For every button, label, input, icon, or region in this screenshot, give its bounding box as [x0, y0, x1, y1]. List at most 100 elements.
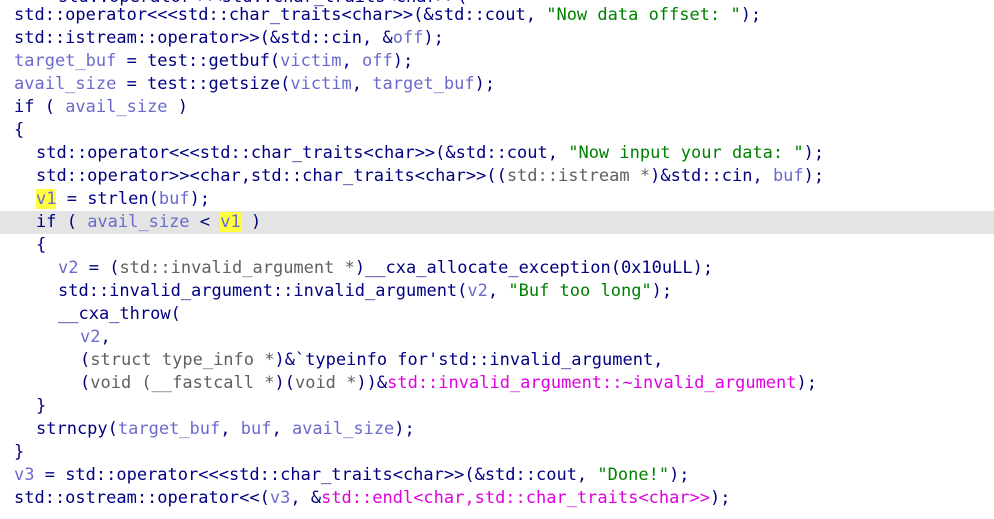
code-token: (	[80, 373, 91, 393]
code-token: );	[710, 488, 731, 508]
code-token: );	[423, 28, 444, 48]
code-token: ,	[351, 74, 373, 94]
code-line[interactable]: v1 = strlen(buf);	[0, 188, 994, 211]
code-line[interactable]: avail_size = test::getsize(victim, targe…	[0, 73, 994, 96]
highlighted-identifier[interactable]: v1	[36, 189, 57, 209]
code-line[interactable]: {	[0, 119, 994, 142]
code-token: }	[14, 442, 25, 462]
identifier-token[interactable]: target_buf	[14, 51, 116, 71]
code-line-text: {	[36, 234, 46, 257]
code-line-text: if ( avail_size < v1 )	[36, 211, 261, 234]
code-line-text: strncpy(target_buf, buf, avail_size);	[36, 418, 415, 441]
code-line-text: v2,	[80, 326, 111, 349]
code-line-current[interactable]: if ( avail_size < v1 )	[0, 211, 994, 234]
code-token: if (	[36, 212, 88, 232]
identifier-token[interactable]: target_buf	[118, 419, 220, 439]
code-token: (	[80, 350, 91, 370]
code-line-text: target_buf = test::getbuf(victim, off);	[14, 50, 413, 73]
code-line-text: __cxa_throw(	[58, 303, 181, 326]
identifier-token[interactable]: off	[393, 28, 424, 48]
code-line[interactable]: }	[0, 441, 994, 464]
identifier-token[interactable]: buf	[773, 166, 804, 186]
symbol-reference[interactable]: std::endl<char,std::char_traits<char>>	[321, 488, 710, 508]
code-token: )&std::cin,	[650, 166, 773, 186]
identifier-token[interactable]: victim	[290, 74, 351, 94]
type-cast-token: void (__fastcall *	[90, 373, 275, 393]
identifier-token[interactable]: avail_size	[65, 97, 167, 117]
symbol-reference[interactable]: std::invalid_argument::~invalid_argument	[387, 373, 796, 393]
identifier-token[interactable]: buf	[159, 189, 190, 209]
code-token: );	[669, 465, 690, 485]
code-token: );	[394, 419, 415, 439]
code-line[interactable]: std::operator<<<std::char_traits<char>>(…	[0, 142, 994, 165]
code-token: )&`typeinfo for'std::invalid_argument,	[274, 350, 664, 370]
code-line-text: v3 = std::operator<<<std::char_traits<ch…	[14, 464, 690, 487]
identifier-token[interactable]: avail_size	[87, 212, 189, 232]
code-line[interactable]: }	[0, 395, 994, 418]
code-token: std::invalid_argument::invalid_argument(	[58, 281, 468, 301]
highlighted-identifier[interactable]: v1	[220, 212, 241, 232]
code-line[interactable]: __cxa_throw(	[0, 303, 994, 326]
code-line-text: std::operator>><char,std::char_traits<ch…	[36, 165, 824, 188]
code-token: __cxa_throw(	[58, 304, 181, 324]
pseudocode-view[interactable]: std::operator<<<std::char_traits<char>>(…	[0, 0, 994, 519]
string-literal: "Now data offset: "	[546, 5, 741, 25]
code-token: );	[796, 373, 817, 393]
type-cast-token: void *	[294, 373, 357, 393]
code-token: std::ostream::operator<<(	[14, 488, 270, 508]
code-line-text: (struct type_info *)&`typeinfo for'std::…	[80, 349, 663, 372]
string-literal: "Done!"	[597, 465, 670, 485]
identifier-token[interactable]: avail_size	[292, 419, 394, 439]
code-line[interactable]: std::invalid_argument::invalid_argument(…	[0, 280, 994, 303]
code-token: std::operator<<<std::char_traits<char>>(…	[36, 143, 569, 163]
code-token: = test::getbuf(	[116, 51, 281, 71]
code-line[interactable]: if ( avail_size )	[0, 96, 994, 119]
code-line[interactable]: strncpy(target_buf, buf, avail_size);	[0, 418, 994, 441]
code-line-text: std::ostream::operator<<(v3, &std::endl<…	[14, 487, 731, 510]
code-token: ,	[271, 419, 292, 439]
code-line-text: v1 = strlen(buf);	[36, 188, 210, 211]
code-token: )(	[274, 373, 295, 393]
code-token: );	[392, 51, 414, 71]
code-token: ,	[100, 327, 111, 347]
identifier-token[interactable]: v3	[14, 465, 34, 485]
code-line-text: }	[14, 441, 24, 464]
code-line[interactable]: {	[0, 234, 994, 257]
code-token: );	[189, 189, 211, 209]
code-line-text: (void (__fastcall *)(void *))&std::inval…	[80, 372, 817, 395]
code-line[interactable]: target_buf = test::getbuf(victim, off);	[0, 50, 994, 73]
code-line[interactable]: (void (__fastcall *)(void *))&std::inval…	[0, 372, 994, 395]
code-token: = test::getsize(	[116, 74, 291, 94]
code-token: , &	[290, 488, 322, 508]
code-token: std::operator<<<std::char_traits<char>>(…	[14, 5, 547, 25]
code-token: )	[167, 97, 189, 117]
identifier-token[interactable]: buf	[241, 419, 272, 439]
identifier-token[interactable]: target_buf	[372, 74, 474, 94]
code-line[interactable]: (struct type_info *)&`typeinfo for'std::…	[0, 349, 994, 372]
type-cast-token: std::istream *	[506, 166, 651, 186]
code-line[interactable]: v2,	[0, 326, 994, 349]
code-line[interactable]: v2 = (std::invalid_argument *)__cxa_allo…	[0, 257, 994, 280]
type-cast-token: struct type_info *	[90, 350, 275, 370]
code-line[interactable]: std::operator>><char,std::char_traits<ch…	[0, 165, 994, 188]
identifier-token[interactable]: v2	[80, 327, 100, 347]
code-token: }	[36, 396, 47, 416]
identifier-token[interactable]: v2	[58, 258, 78, 278]
identifier-token[interactable]: off	[362, 51, 393, 71]
code-line[interactable]: std::istream::operator>>(&std::cin, &off…	[0, 27, 994, 50]
code-line-text: std::istream::operator>>(&std::cin, &off…	[14, 27, 444, 50]
code-token: <	[189, 212, 221, 232]
code-token: ))&	[356, 373, 388, 393]
identifier-token[interactable]: v2	[467, 281, 487, 301]
code-line[interactable]: std::operator<<<std::char_traits<char>>(…	[0, 4, 994, 27]
code-line[interactable]: v3 = std::operator<<<std::char_traits<ch…	[0, 464, 994, 487]
code-token: = strlen(	[56, 189, 159, 209]
identifier-token[interactable]: v3	[270, 488, 290, 508]
code-token: = std::operator<<<std::char_traits<char>…	[34, 465, 598, 485]
code-token: std::operator>><char,std::char_traits<ch…	[36, 166, 507, 186]
code-line-text: std::operator<<<std::char_traits<char>>(…	[14, 4, 761, 27]
code-token: if (	[14, 97, 66, 117]
identifier-token[interactable]: victim	[280, 51, 341, 71]
identifier-token[interactable]: avail_size	[14, 74, 116, 94]
code-line[interactable]: std::ostream::operator<<(v3, &std::endl<…	[0, 487, 994, 510]
